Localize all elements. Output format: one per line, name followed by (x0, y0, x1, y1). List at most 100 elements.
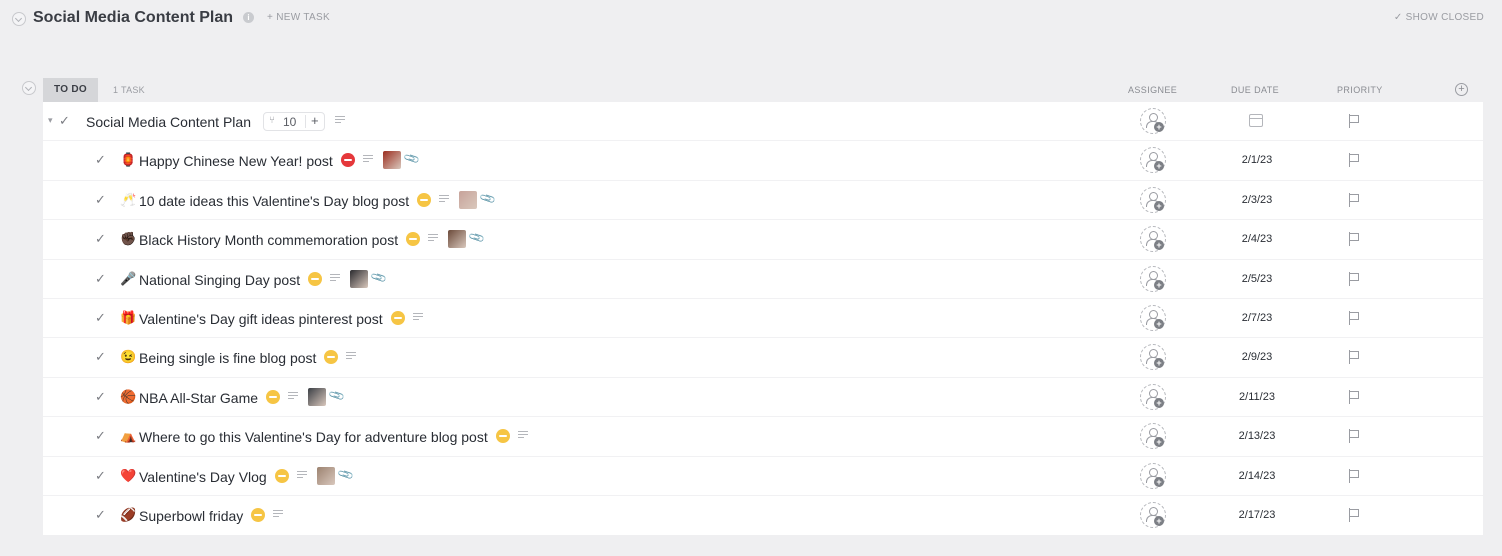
assignee-add-icon[interactable]: + (1140, 344, 1166, 371)
due-date[interactable]: 2/7/23 (1230, 312, 1284, 324)
attachment-thumbnail[interactable] (350, 269, 368, 288)
task-name[interactable]: Happy Chinese New Year! post (139, 153, 333, 169)
task-row[interactable]: ✓ ⛺ Where to go this Valentine's Day for a… (43, 417, 1483, 457)
status-yellow-icon[interactable] (406, 232, 420, 247)
check-icon[interactable]: ✓ (95, 271, 106, 287)
task-row[interactable]: ✓ 🏀 NBA All-Star Game +2/11/23 📎 (43, 378, 1483, 418)
collapse-list-icon[interactable] (12, 12, 26, 26)
due-date[interactable]: 2/4/23 (1230, 233, 1284, 245)
due-date[interactable]: 2/17/23 (1230, 509, 1284, 521)
paperclip-icon[interactable]: 📎 (479, 189, 497, 207)
attachment-thumbnail[interactable] (383, 151, 401, 170)
attachment-thumbnail[interactable] (317, 466, 335, 485)
calendar-icon[interactable] (1249, 114, 1263, 127)
check-icon[interactable]: ✓ (95, 310, 106, 326)
task-row[interactable]: ✓ 🎁 Valentine's Day gift ideas pinterest p… (43, 299, 1483, 339)
priority-flag-icon[interactable] (1348, 153, 1360, 168)
task-row[interactable]: ✓ 🏈 Superbowl friday +2/17/23 (43, 496, 1483, 535)
status-yellow-icon[interactable] (275, 468, 289, 483)
status-yellow-icon[interactable] (496, 429, 510, 444)
assignee-add-icon[interactable]: + (1140, 383, 1166, 410)
paperclip-icon[interactable]: 📎 (337, 465, 355, 483)
priority-flag-icon[interactable] (1348, 271, 1360, 286)
assignee-add-icon[interactable]: + (1140, 147, 1166, 174)
check-icon[interactable]: ✓ (95, 152, 106, 168)
plus-circle-icon[interactable]: + (1455, 83, 1468, 96)
priority-flag-icon[interactable] (1348, 507, 1360, 522)
collapse-group-icon[interactable] (22, 81, 36, 95)
task-row[interactable]: ✓ 🏮 Happy Chinese New Year! post +2/1/23 📎 (43, 141, 1483, 181)
task-row[interactable]: ✓ ✊🏿 Black History Month commemoration pos… (43, 220, 1483, 260)
check-icon[interactable]: ✓ (95, 192, 106, 208)
task-name[interactable]: Valentine's Day gift ideas pinterest pos… (139, 311, 383, 327)
add-subtask-button[interactable]: + (311, 113, 319, 128)
new-task-button[interactable]: + NEW TASK (267, 12, 330, 23)
status-yellow-icon[interactable] (417, 192, 431, 207)
check-icon[interactable]: ✓ (95, 468, 106, 484)
column-header-assignee[interactable]: ASSIGNEE (1128, 85, 1177, 95)
priority-flag-icon[interactable] (1348, 468, 1360, 483)
parent-task-row[interactable]: ▾ ✓ Social Media Content Plan ⑂ 10 + + (43, 102, 1483, 142)
status-yellow-icon[interactable] (251, 507, 265, 522)
assignee-add-icon[interactable]: + (1140, 501, 1166, 528)
attachment-thumbnail[interactable] (459, 190, 477, 209)
assignee-add-icon[interactable]: + (1140, 423, 1166, 450)
assignee-add-icon[interactable]: + (1140, 108, 1166, 134)
task-name[interactable]: National Singing Day post (139, 272, 300, 288)
priority-flag-icon[interactable] (1348, 350, 1360, 365)
task-name[interactable]: Black History Month commemoration post (139, 232, 398, 248)
assignee-add-icon[interactable]: + (1140, 186, 1166, 213)
subtask-count-chip[interactable]: ⑂ 10 + (263, 112, 325, 131)
column-header-priority[interactable]: PRIORITY (1337, 85, 1383, 95)
status-yellow-icon[interactable] (391, 310, 405, 325)
status-yellow-icon[interactable] (308, 271, 322, 286)
due-date[interactable]: 2/5/23 (1230, 273, 1284, 285)
task-name[interactable]: Valentine's Day Vlog (139, 469, 267, 485)
check-icon[interactable]: ✓ (95, 389, 106, 405)
task-name[interactable]: Superbowl friday (139, 508, 243, 524)
attachment-thumbnail[interactable] (308, 387, 326, 406)
info-icon[interactable]: i (243, 12, 254, 23)
check-icon[interactable]: ✓ (95, 507, 106, 523)
priority-flag-icon[interactable] (1348, 114, 1360, 128)
due-date[interactable]: 2/1/23 (1230, 154, 1284, 166)
task-name[interactable]: 10 date ideas this Valentine's Day blog … (139, 193, 409, 209)
assignee-add-icon[interactable]: + (1140, 226, 1166, 253)
task-name[interactable]: Being single is fine blog post (139, 350, 316, 366)
priority-flag-icon[interactable] (1348, 310, 1360, 325)
task-row[interactable]: ✓ ❤️ Valentine's Day Vlog +2/14/23 📎 (43, 457, 1483, 496)
priority-flag-icon[interactable] (1348, 192, 1360, 207)
due-date[interactable]: 2/9/23 (1230, 351, 1284, 363)
status-red-icon[interactable] (341, 153, 355, 168)
due-date[interactable]: 2/3/23 (1230, 194, 1284, 206)
status-pill-todo[interactable]: TO DO (43, 78, 98, 102)
check-icon[interactable]: ✓ (59, 113, 70, 129)
task-row[interactable]: ✓ 🎤 National Singing Day post +2/5/23 📎 (43, 260, 1483, 299)
show-closed-button[interactable]: ✓ SHOW CLOSED (1394, 12, 1484, 23)
assignee-add-icon[interactable]: + (1140, 462, 1166, 489)
status-yellow-icon[interactable] (324, 350, 338, 365)
paperclip-icon[interactable]: 📎 (468, 229, 486, 246)
check-icon[interactable]: ✓ (95, 231, 106, 247)
status-yellow-icon[interactable] (266, 389, 280, 404)
assignee-add-icon[interactable]: + (1140, 304, 1166, 331)
task-name[interactable]: Social Media Content Plan (86, 114, 251, 130)
priority-flag-icon[interactable] (1348, 232, 1360, 247)
task-name[interactable]: NBA All-Star Game (139, 390, 258, 406)
task-row[interactable]: ✓ 🥂 10 date ideas this Valentine's Day blo… (43, 181, 1483, 221)
attachment-thumbnail[interactable] (448, 230, 466, 249)
priority-flag-icon[interactable] (1348, 389, 1360, 404)
priority-flag-icon[interactable] (1348, 429, 1360, 444)
due-date[interactable]: 2/14/23 (1230, 470, 1284, 482)
paperclip-icon[interactable]: 📎 (403, 150, 421, 168)
task-row[interactable]: ✓ 😉 Being single is fine blog post +2/9/23 (43, 338, 1483, 378)
due-date[interactable]: 2/13/23 (1230, 430, 1284, 442)
check-icon[interactable]: ✓ (95, 428, 106, 444)
paperclip-icon[interactable]: 📎 (370, 268, 388, 286)
expand-subtasks-icon[interactable]: ▾ (48, 115, 53, 126)
assignee-add-icon[interactable]: + (1140, 265, 1166, 292)
paperclip-icon[interactable]: 📎 (328, 386, 346, 404)
due-date[interactable]: 2/11/23 (1230, 391, 1284, 403)
column-header-due-date[interactable]: DUE DATE (1231, 85, 1279, 95)
check-icon[interactable]: ✓ (95, 349, 106, 365)
